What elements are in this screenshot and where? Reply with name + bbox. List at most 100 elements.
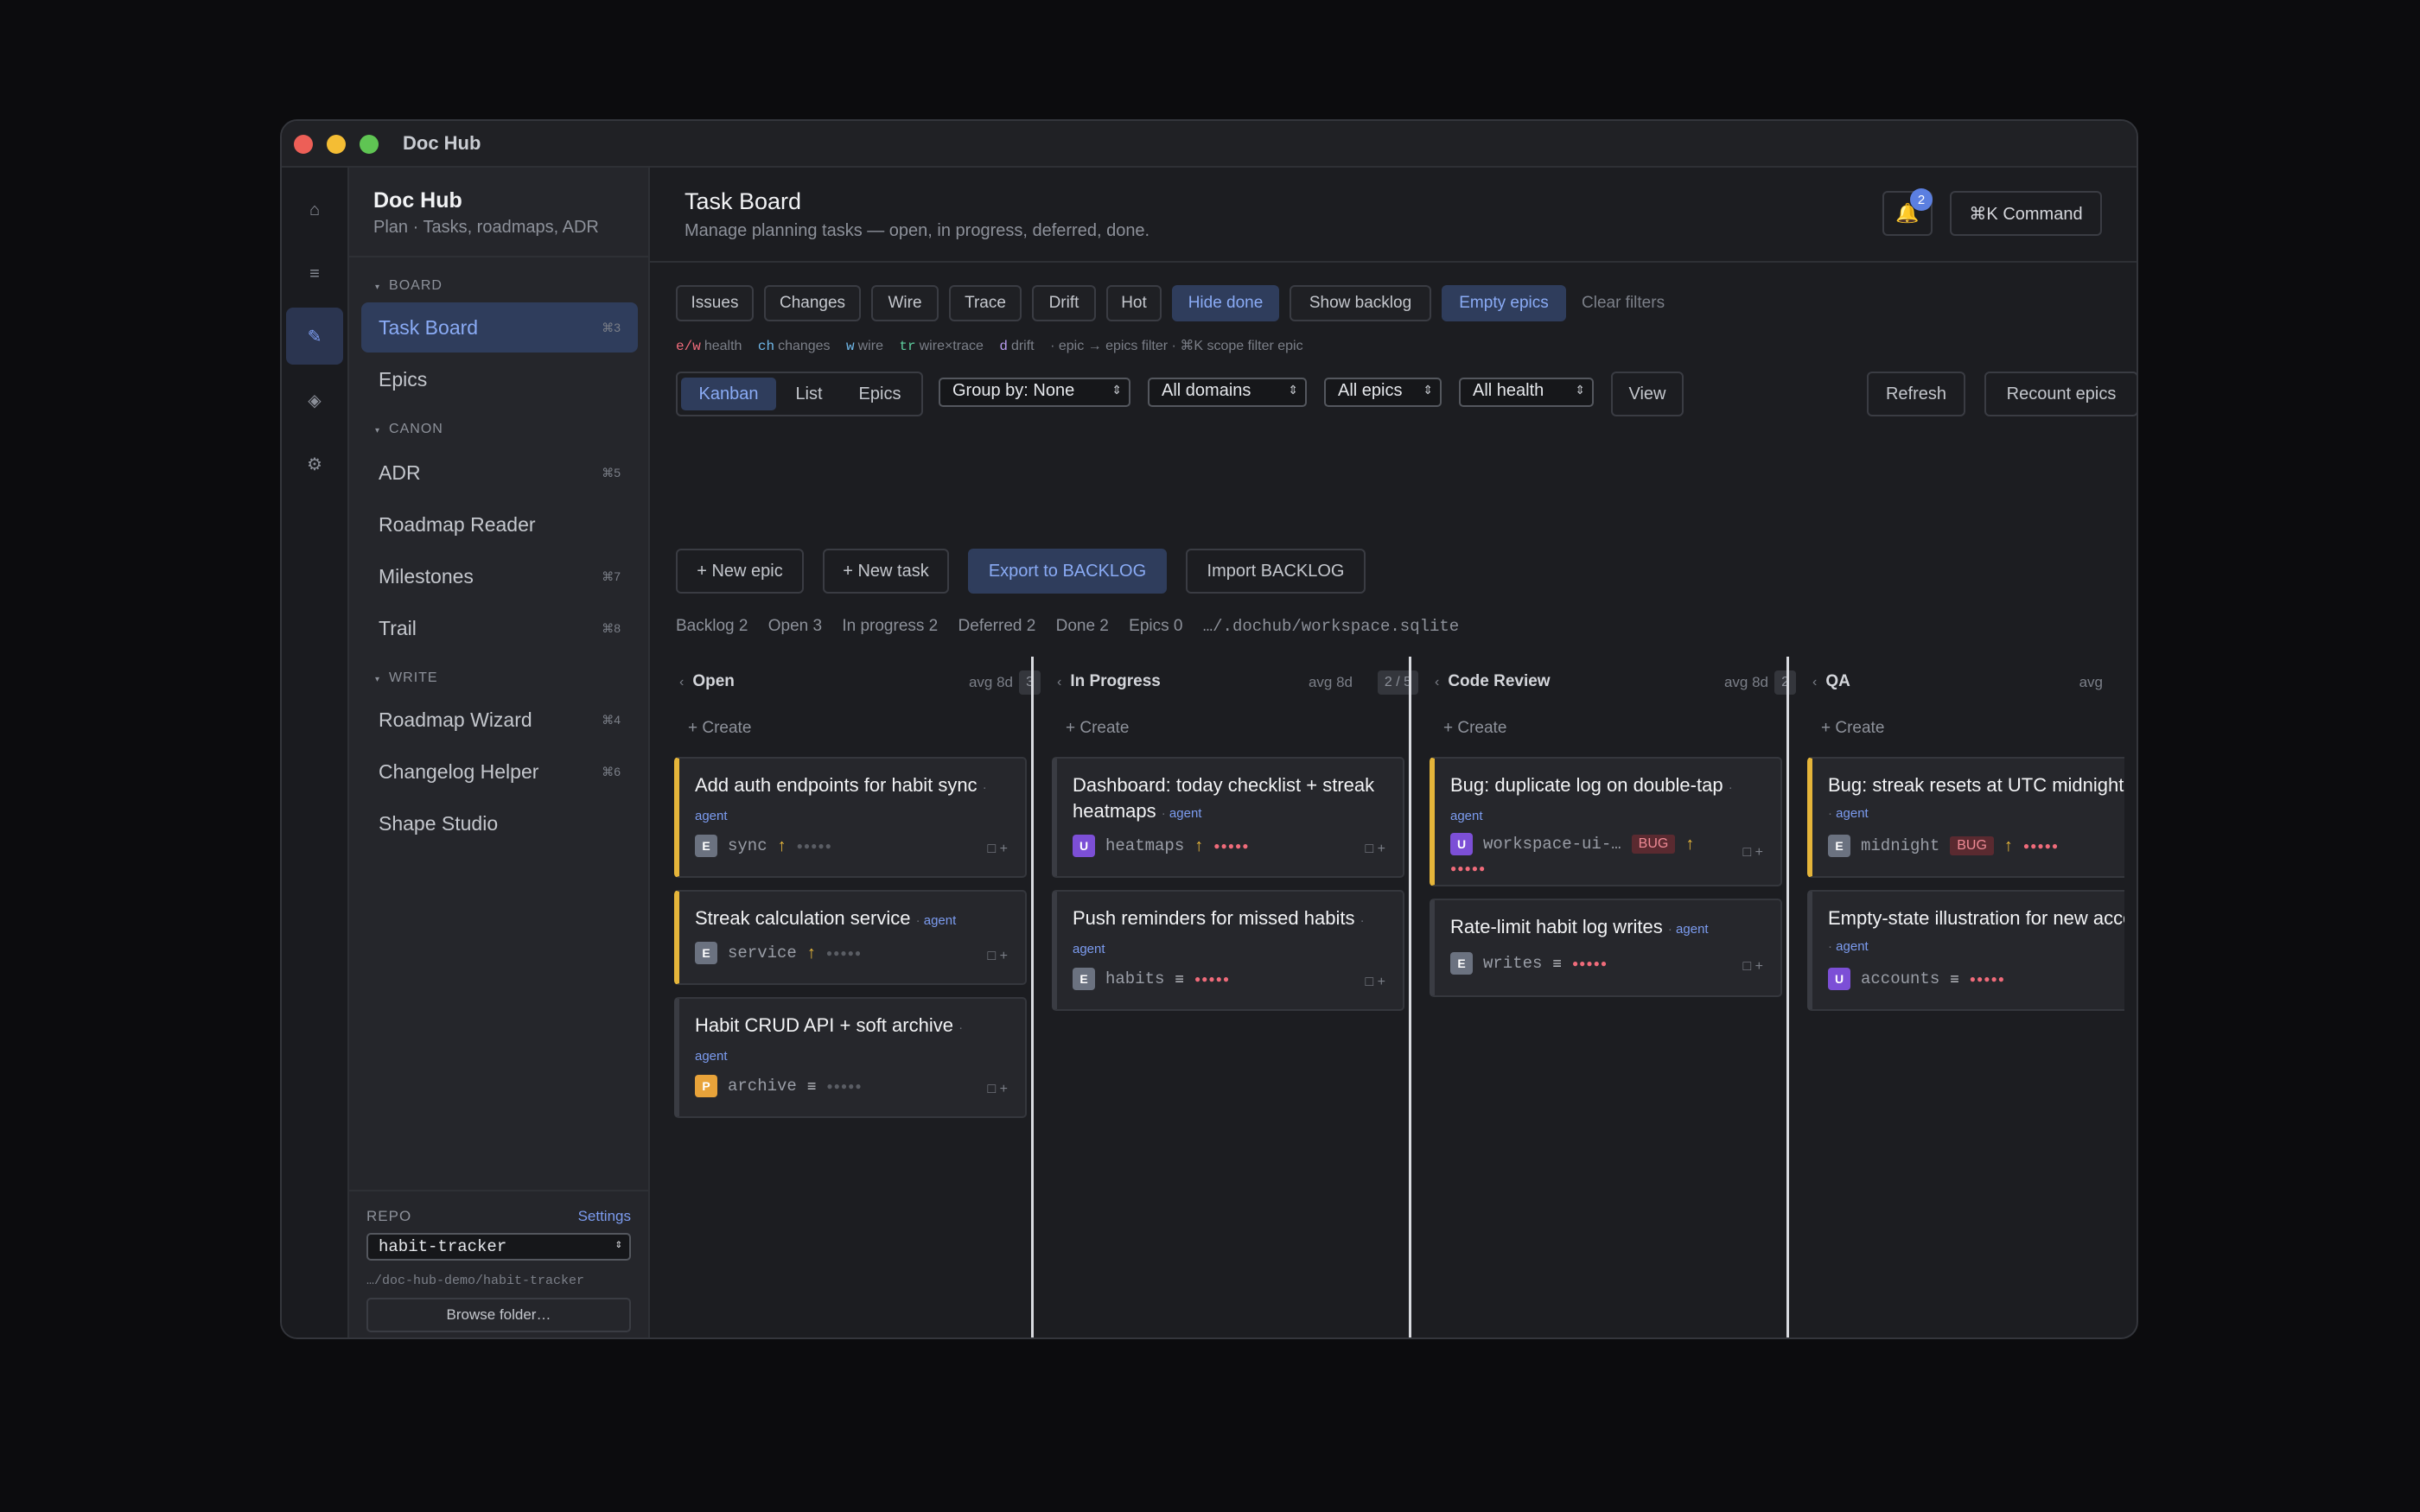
sidebar-item-shape-studio[interactable]: Shape Studio [361,798,638,848]
create-card-button[interactable]: + Create [688,719,751,738]
column-avg: avg 8d [1308,674,1353,690]
list-icon[interactable]: ≡ [286,245,343,302]
refresh-button[interactable]: Refresh [1867,372,1965,416]
health-select[interactable]: All health ⇕ [1459,378,1594,407]
sidebar-item-roadmap-wizard[interactable]: Roadmap Wizard ⌘4 [361,695,638,745]
chevron-left-icon[interactable]: ‹ [1435,675,1439,689]
create-card-button[interactable]: + Create [1443,719,1506,738]
section-label: CANON [389,422,443,436]
task-card[interactable]: Bug: streak resets at UTC midnight agent… [1807,757,2124,878]
group-by-select[interactable]: Group by: None ⇕ [939,378,1130,407]
column-header[interactable]: ‹ QA [1812,672,1850,691]
filter-chip-hide-done[interactable]: Hide done [1172,285,1279,321]
sidebar-item-roadmap-reader[interactable]: Roadmap Reader [361,499,638,550]
tab-list[interactable]: List [780,378,838,410]
tab-kanban[interactable]: Kanban [681,378,776,410]
column-count: 2 [1774,670,1796,695]
sidebar-item-changelog-helper[interactable]: Changelog Helper ⌘6 [361,746,638,797]
card-actions[interactable]: □ + [988,1082,1008,1097]
sidebar-item-trail[interactable]: Trail ⌘8 [361,603,638,653]
hint-tail: · epic → epics filter · ⌘K scope filter … [1050,339,1303,353]
export-backlog-button[interactable]: Export to BACKLOG [968,549,1167,594]
view-button[interactable]: View [1611,372,1684,416]
minimize-window-button[interactable] [327,135,346,154]
priority-up-icon: ↑ [806,943,816,962]
heat-dots: ●●●●● [826,1080,863,1092]
home-icon[interactable]: ⌂ [286,181,343,238]
task-card[interactable]: Empty-state illustration for new account… [1807,890,2124,1011]
task-card[interactable]: Rate-limit habit log writes agent E writ… [1430,899,1782,997]
sidebar-item-label: Task Board [379,315,479,339]
card-meta: U heatmaps ↑ ●●●●● [1073,835,1249,857]
zoom-window-button[interactable] [360,135,379,154]
filter-chip-drift[interactable]: Drift [1032,285,1096,321]
shortcut-hint: ⌘3 [602,320,621,334]
card-title-text: Rate-limit habit log writes [1450,916,1663,937]
filter-chip-wire[interactable]: Wire [871,285,939,321]
avatar: E [695,942,717,964]
card-actions[interactable]: □ + [1366,975,1385,990]
card-title: Habit CRUD API + soft archive agent [695,1013,997,1070]
recount-epics-button[interactable]: Recount epics [1984,372,2137,416]
sidebar-item-task-board[interactable]: Task Board ⌘3 [361,302,638,353]
filter-chip-empty-epics[interactable]: Empty epics [1442,285,1566,321]
filter-chip-trace[interactable]: Trace [949,285,1022,321]
card-title-text: Push reminders for missed habits [1073,907,1355,929]
card-domain: workspace-ui-… [1483,835,1621,854]
task-card[interactable]: Habit CRUD API + soft archive agent P ar… [674,997,1027,1118]
filter-chip-changes[interactable]: Changes [764,285,861,321]
filter-chip-issues[interactable]: Issues [676,285,754,321]
shortcut-hint: ⌘6 [602,764,621,778]
icon-rail: ⌂ ≡ ✎ ◈ ⚙ [282,168,349,1337]
chevron-updown-icon: ⇕ [1288,383,1298,397]
tab-epics[interactable]: Epics [842,378,918,410]
import-backlog-button[interactable]: Import BACKLOG [1186,549,1366,594]
sidebar-item-epics[interactable]: Epics [361,354,638,404]
task-card[interactable]: Push reminders for missed habits agent E… [1052,890,1404,1011]
repo-select[interactable]: habit-tracker ⇕ [366,1233,631,1261]
create-card-button[interactable]: + Create [1066,719,1129,738]
card-actions[interactable]: □ + [1743,959,1763,975]
card-actions[interactable]: □ + [1366,842,1385,857]
chevron-left-icon[interactable]: ‹ [1812,675,1817,689]
column-avg: avg 8d [1723,674,1768,690]
sidebar-item-adr[interactable]: ADR ⌘5 [361,448,638,498]
card-actions[interactable]: □ + [1743,845,1763,861]
caret-down-icon: ▾ [375,283,381,292]
column-header[interactable]: ‹ In Progress [1057,672,1161,691]
pencil-icon[interactable]: ✎ [286,308,343,365]
card-actions[interactable]: □ + [988,949,1008,964]
filter-chip-show-backlog[interactable]: Show backlog [1290,285,1431,321]
column-avg: avg 8d [968,674,1013,690]
task-card[interactable]: Dashboard: today checklist + streak heat… [1052,757,1404,878]
task-card[interactable]: Add auth endpoints for habit sync agent … [674,757,1027,878]
hint-key: d [999,339,1008,354]
task-card[interactable]: Streak calculation service agent E servi… [674,890,1027,985]
new-task-button[interactable]: + New task [823,549,949,594]
filter-chip-hot[interactable]: Hot [1106,285,1162,321]
avatar: U [1828,968,1850,990]
domains-select[interactable]: All domains ⇕ [1148,378,1307,407]
gear-icon[interactable]: ⚙ [286,435,343,492]
clear-filters-link[interactable]: Clear filters [1582,294,1665,313]
card-title: Empty-state illustration for new account… [1828,905,2124,960]
command-palette-button[interactable]: ⌘K Command [1950,191,2102,236]
browse-folder-button[interactable]: Browse folder… [366,1298,631,1332]
card-actions[interactable]: □ + [988,842,1008,857]
card-title: Streak calculation service agent [695,905,997,934]
column-header[interactable]: ‹ Open [679,672,735,691]
column-header[interactable]: ‹ Code Review [1435,672,1551,691]
close-window-button[interactable] [294,135,313,154]
column-name: Open [692,672,735,690]
diamond-icon[interactable]: ◈ [286,372,343,429]
new-epic-button[interactable]: + New epic [676,549,804,594]
task-card[interactable]: Bug: duplicate log on double-tap agent U… [1430,757,1782,886]
chevron-updown-icon: ⇕ [1423,383,1433,397]
column-code-review: ‹ Code Review avg 8d 2 + Create Bug: dupl… [1421,657,1799,1337]
chevron-left-icon[interactable]: ‹ [1057,675,1061,689]
create-card-button[interactable]: + Create [1821,719,1884,738]
epics-select[interactable]: All epics ⇕ [1324,378,1442,407]
chevron-left-icon[interactable]: ‹ [679,675,684,689]
settings-link[interactable]: Settings [578,1208,631,1225]
sidebar-item-milestones[interactable]: Milestones ⌘7 [361,551,638,601]
